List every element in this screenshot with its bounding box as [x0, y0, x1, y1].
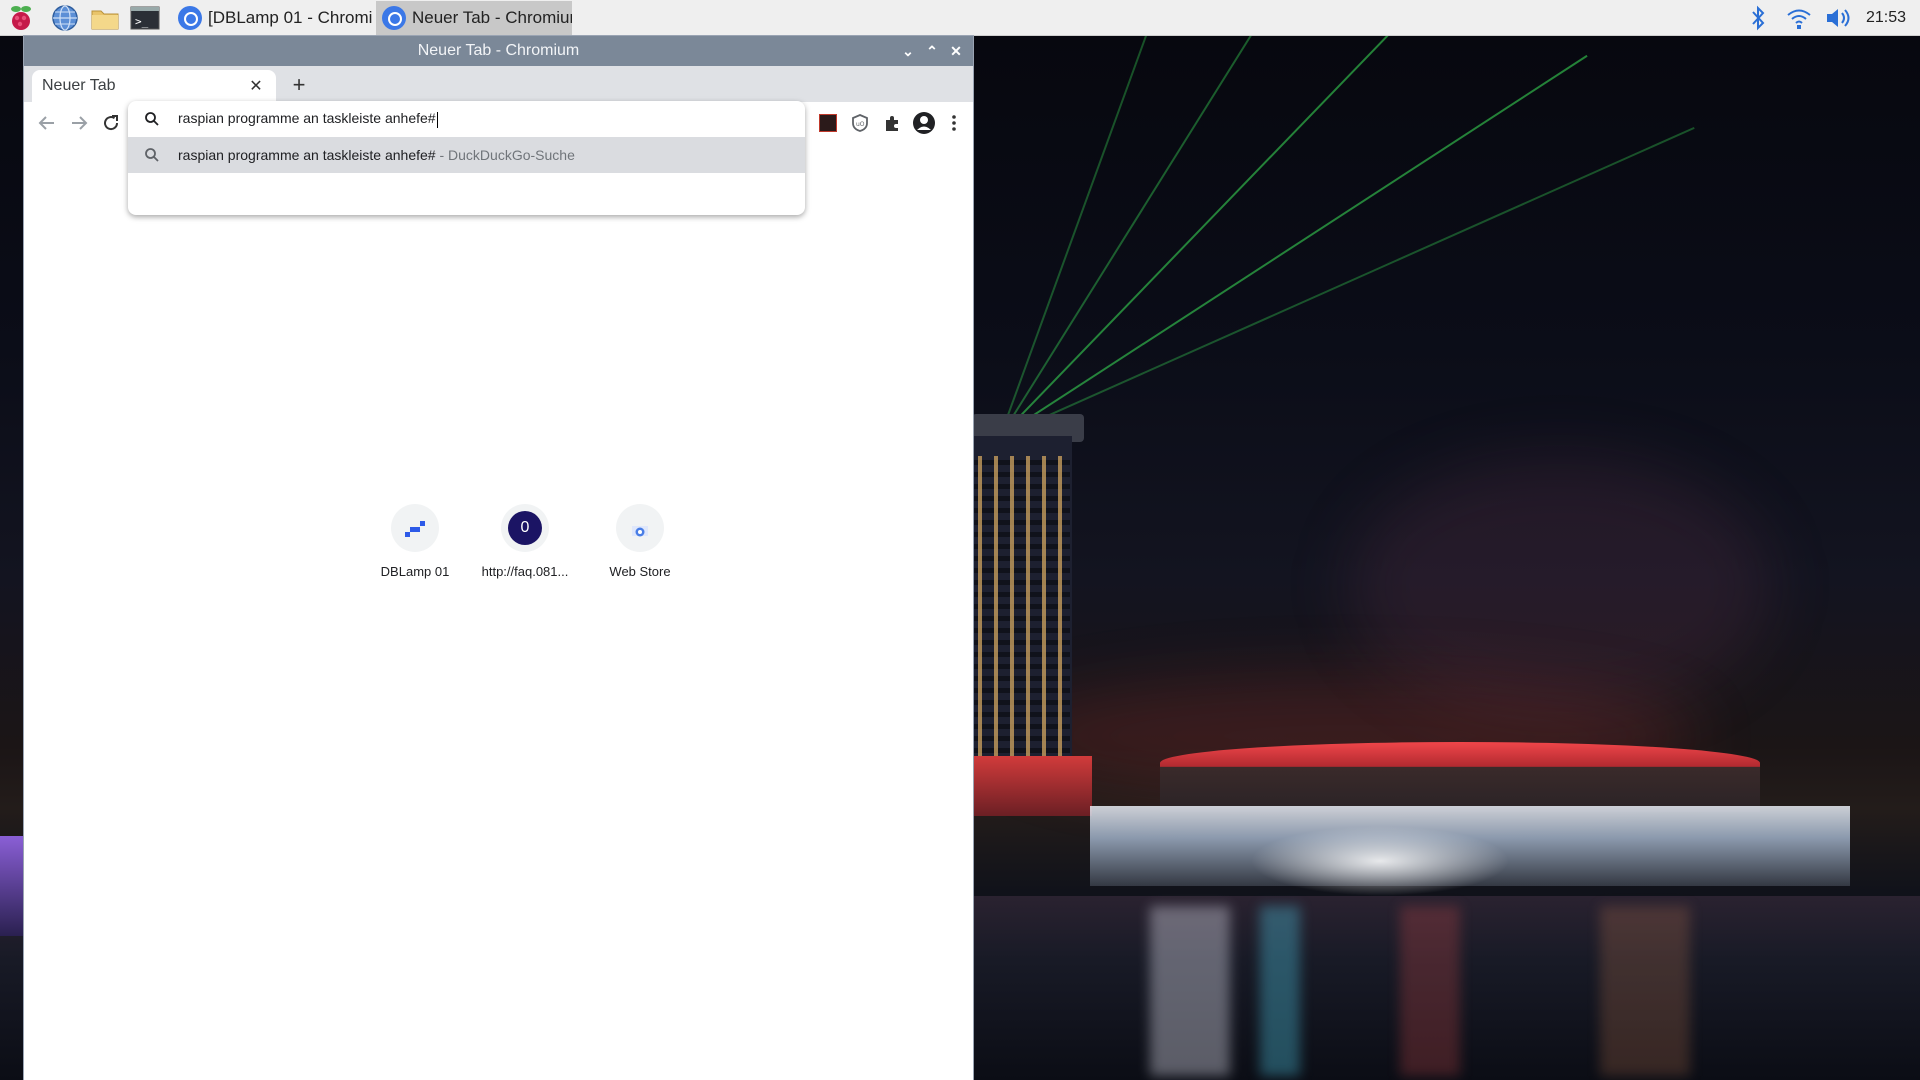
terminal-icon[interactable]: >_: [130, 3, 160, 33]
search-icon: [145, 112, 159, 126]
taskbar-task-neuer-tab[interactable]: Neuer Tab - Chromium: [376, 1, 572, 35]
chromium-window: Neuer Tab - Chromium ⌄ ⌃ ✕ Neuer Tab ✕ +…: [24, 36, 973, 1080]
shortcut-tile[interactable]: 0 http://faq.081...: [470, 504, 580, 579]
raspberry-menu-icon[interactable]: [6, 3, 36, 33]
search-icon: [145, 148, 159, 162]
ublock-shield-icon[interactable]: uO: [848, 111, 872, 135]
arrow-left-icon: [38, 116, 54, 130]
forward-button[interactable]: [66, 110, 92, 136]
window-titlebar[interactable]: Neuer Tab - Chromium ⌄ ⌃ ✕: [24, 36, 973, 66]
profile-avatar-icon[interactable]: [912, 111, 936, 135]
window-title: Neuer Tab - Chromium: [417, 42, 580, 59]
shortcut-label: http://faq.081...: [481, 564, 569, 579]
maximize-button[interactable]: ⌃: [922, 41, 942, 61]
svg-text:>_: >_: [135, 15, 149, 28]
reload-button[interactable]: [98, 110, 124, 136]
clock[interactable]: 21:53: [1866, 0, 1906, 36]
chromium-icon: [382, 6, 406, 30]
tab-strip: Neuer Tab ✕ +: [24, 66, 973, 102]
address-input[interactable]: raspian programme an taskleiste anhefe#: [178, 110, 438, 128]
tab-title: Neuer Tab: [42, 77, 116, 94]
new-tab-page: DBLamp 01 0 http://faq.081... Web Store: [24, 144, 973, 1080]
faq-favicon-glyph: 0: [508, 511, 542, 545]
shortcut-tile[interactable]: Web Store: [585, 504, 695, 579]
folder-icon[interactable]: [90, 3, 120, 33]
svg-text:uO: uO: [856, 121, 865, 128]
suggestion-text: raspian programme an taskleiste anhefe# …: [178, 147, 575, 163]
taskbar: >_ [DBLamp 01 - Chromi... Neuer Tab - Ch…: [0, 0, 1920, 36]
shortcut-label: DBLamp 01: [380, 564, 450, 579]
bluetooth-icon[interactable]: [1750, 0, 1766, 36]
faq-favicon: 0: [501, 504, 549, 552]
extensions-puzzle-icon[interactable]: [880, 111, 904, 135]
close-window-button[interactable]: ✕: [946, 41, 966, 61]
dblamp-favicon: [391, 504, 439, 552]
suggestion-engine: - DuckDuckGo-Suche: [435, 147, 575, 163]
new-tab-button[interactable]: +: [286, 72, 312, 98]
web-store-icon: [616, 504, 664, 552]
shortcut-label: Web Store: [609, 564, 671, 579]
wifi-icon[interactable]: [1786, 0, 1812, 36]
address-bar[interactable]: raspian programme an taskleiste anhefe#: [128, 101, 805, 137]
chromium-icon: [178, 6, 202, 30]
menu-kebab-icon[interactable]: [942, 111, 966, 135]
volume-icon[interactable]: [1824, 0, 1854, 36]
tab-close-button[interactable]: ✕: [246, 76, 266, 96]
task-label: [DBLamp 01 - Chromi...: [208, 8, 372, 27]
extension-red-icon[interactable]: [816, 111, 840, 135]
suggestion-row[interactable]: raspian programme an taskleiste anhefe# …: [128, 137, 805, 173]
reload-icon: [104, 115, 119, 131]
taskbar-task-dblamp[interactable]: [DBLamp 01 - Chromi...: [172, 1, 372, 35]
suggestion-query: raspian programme an taskleiste anhefe#: [178, 147, 436, 163]
tab-neuer-tab[interactable]: Neuer Tab ✕: [32, 70, 276, 102]
omnibox-dropdown: raspian programme an taskleiste anhefe# …: [128, 101, 805, 215]
text-caret: [436, 111, 438, 128]
address-input-value: raspian programme an taskleiste anhefe#: [178, 110, 436, 127]
shortcut-tile[interactable]: DBLamp 01: [360, 504, 470, 579]
globe-browser-icon[interactable]: [50, 3, 80, 33]
back-button[interactable]: [34, 110, 60, 136]
minimize-button[interactable]: ⌄: [898, 41, 918, 61]
task-label: Neuer Tab - Chromium: [412, 8, 572, 27]
arrow-right-icon: [72, 116, 88, 130]
